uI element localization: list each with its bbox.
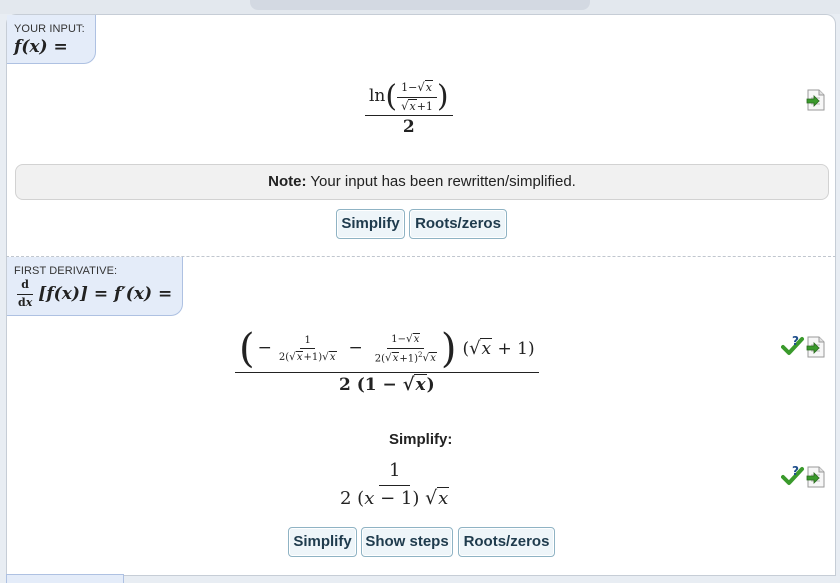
input-lhs: f(x) = <box>14 37 68 57</box>
note-text: Your input has been rewritten/simplified… <box>306 173 576 190</box>
simplified-expression: 1 2 (x − 1) √x <box>340 460 450 509</box>
input-caption: YOUR INPUT: <box>14 23 85 35</box>
top-bar-glow <box>250 0 590 10</box>
top-bar <box>0 0 840 14</box>
input-tag: YOUR INPUT: f(x) = <box>7 15 96 64</box>
input-panel: YOUR INPUT: f(x) = ln ( 1−√x √x+1 ) 2 No… <box>6 14 836 257</box>
note-bold: Note: <box>268 173 307 190</box>
open-in-editor-icon[interactable] <box>805 336 827 363</box>
check-question-icon[interactable]: ? <box>781 334 805 363</box>
svg-text:?: ? <box>792 334 799 348</box>
derivative-caption: FIRST DERIVATIVE: <box>14 265 118 277</box>
open-in-editor-icon[interactable] <box>805 89 827 116</box>
derivative-tag: FIRST DERIVATIVE: d dx [f(x)] = f′(x) = <box>7 257 184 317</box>
input-expression: ln ( 1−√x √x+1 ) 2 <box>365 80 453 138</box>
roots-zeros-button[interactable]: Roots/zeros <box>458 527 555 557</box>
derivative-panel: FIRST DERIVATIVE: d dx [f(x)] = f′(x) = (… <box>6 256 836 576</box>
check-question-icon[interactable]: ? <box>781 464 805 493</box>
simplify-button[interactable]: Simplify <box>288 527 357 557</box>
ln-text: ln <box>369 86 386 107</box>
derivative-expression: ( − 1 2(√x+1)√x − 1−√x 2(√x+1)2√x ) (√x … <box>235 329 539 396</box>
roots-zeros-button[interactable]: Roots/zeros <box>409 209 507 239</box>
simplify-label: Simplify: <box>389 431 453 448</box>
show-steps-button[interactable]: Show steps <box>361 527 453 557</box>
open-in-editor-icon[interactable] <box>805 466 827 493</box>
rewrite-note: Note: Your input has been rewritten/simp… <box>15 164 829 200</box>
simplify-button[interactable]: Simplify <box>336 209 405 239</box>
svg-text:?: ? <box>792 464 799 478</box>
derivative-lhs: d dx [f(x)] = f′(x) = <box>17 278 173 309</box>
